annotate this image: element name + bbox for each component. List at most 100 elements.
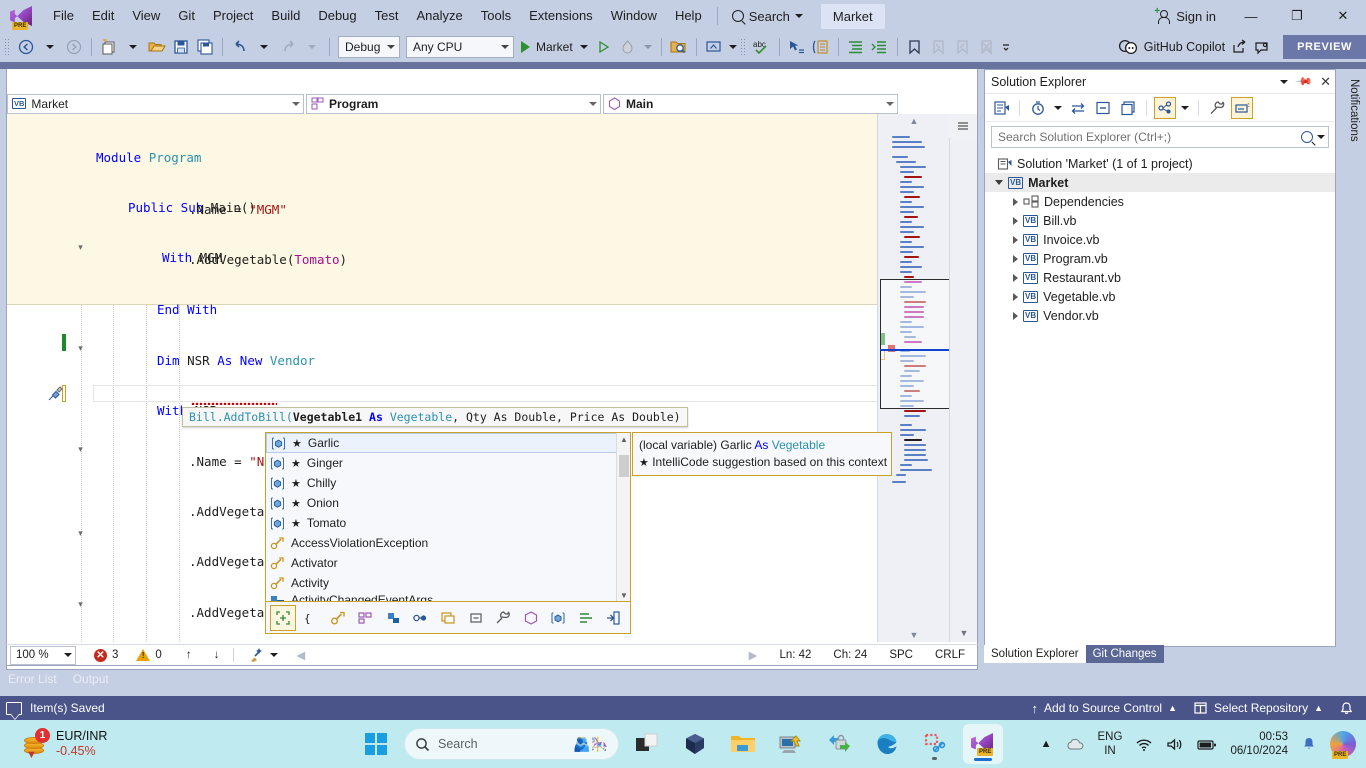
menu-help[interactable]: Help bbox=[666, 3, 711, 29]
solution-node[interactable]: Solution 'Market' (1 of 1 project) bbox=[985, 154, 1335, 173]
tree-item-dependencies[interactable]: Dependencies bbox=[985, 192, 1335, 211]
project-node-market[interactable]: VB Market bbox=[985, 173, 1335, 192]
menu-debug[interactable]: Debug bbox=[309, 3, 365, 29]
save-all-button[interactable] bbox=[194, 35, 216, 59]
quick-actions-screwdriver-icon[interactable] bbox=[47, 386, 63, 402]
open-file-button[interactable] bbox=[146, 35, 168, 59]
indentation-indicator[interactable]: SPC bbox=[889, 649, 913, 661]
method-icon[interactable] bbox=[408, 605, 434, 631]
class-icon[interactable] bbox=[325, 605, 351, 631]
search-icon[interactable] bbox=[1301, 131, 1313, 143]
notification-bell-icon[interactable] bbox=[1301, 736, 1317, 752]
onedrive-cloud-icon[interactable] bbox=[1065, 737, 1085, 752]
volume-icon[interactable] bbox=[1166, 737, 1184, 752]
chevron-right-icon[interactable] bbox=[1013, 254, 1018, 263]
dock-tab-error-list[interactable]: Error List bbox=[8, 672, 57, 686]
minimap-viewport[interactable] bbox=[880, 279, 949, 409]
menu-test[interactable]: Test bbox=[366, 3, 408, 29]
collapse-all-icon[interactable] bbox=[1092, 97, 1114, 119]
navbar-type-combo[interactable]: Program bbox=[306, 93, 601, 114]
editor-vertical-scrollbar[interactable]: ▲ ▼ bbox=[949, 114, 977, 642]
show-all-files-icon[interactable] bbox=[1117, 97, 1139, 119]
taskbar-search-box[interactable]: Search 🫂🎠 bbox=[404, 728, 619, 760]
property-icon[interactable] bbox=[380, 605, 406, 631]
maximize-button[interactable]: ❐ bbox=[1274, 0, 1320, 32]
completion-item-accessviolationexception[interactable]: AccessViolationException bbox=[266, 533, 630, 553]
clock[interactable]: 00:53 06/10/2024 bbox=[1230, 730, 1288, 758]
menu-edit[interactable]: Edit bbox=[83, 3, 123, 29]
tree-item-restaurant-vb[interactable]: VB Restaurant.vb bbox=[985, 268, 1335, 287]
pending-changes-clock-icon[interactable] bbox=[1027, 97, 1049, 119]
previous-issue-arrow-up-icon[interactable]: ↑ bbox=[186, 649, 192, 661]
tree-item-vegetable-vb[interactable]: VB Vegetable.vb bbox=[985, 287, 1335, 306]
solution-explorer-search-input[interactable]: Search Solution Explorer (Ctrl+;) bbox=[991, 126, 1329, 148]
toolbar-grip-2[interactable] bbox=[739, 38, 747, 56]
chevron-right-icon[interactable] bbox=[1013, 273, 1018, 282]
language-indicator[interactable]: ENG IN bbox=[1098, 730, 1123, 758]
minimap-scroll-down-icon[interactable]: ▼ bbox=[878, 628, 949, 642]
chevron-down-icon[interactable] bbox=[1317, 135, 1325, 139]
solution-explorer-view-icon[interactable] bbox=[1154, 96, 1176, 119]
menu-build[interactable]: Build bbox=[262, 3, 309, 29]
minimap-scroll-up-icon[interactable]: ▲ bbox=[878, 114, 949, 128]
start-without-debugging-button[interactable] bbox=[593, 35, 615, 59]
copilot-tray-icon[interactable] bbox=[1330, 731, 1356, 759]
next-issue-arrow-down-icon[interactable]: ↓ bbox=[214, 649, 220, 661]
dock-tab-output[interactable]: Output bbox=[73, 672, 109, 686]
navigate-forward-button[interactable] bbox=[63, 35, 85, 59]
sync-with-active-document-icon[interactable] bbox=[1067, 97, 1089, 119]
dock-tab-solution-explorer[interactable]: Solution Explorer bbox=[984, 645, 1086, 663]
microsoft-edge-button[interactable] bbox=[867, 724, 907, 764]
solution-explorer-home-icon[interactable] bbox=[990, 97, 1012, 119]
interface-icon[interactable] bbox=[435, 605, 461, 631]
expander-icon[interactable] bbox=[270, 604, 296, 631]
previous-bookmark-button[interactable] bbox=[928, 35, 950, 59]
completion-item-activator[interactable]: Activator bbox=[266, 553, 630, 573]
start-debug-label[interactable]: Market bbox=[533, 40, 576, 54]
undo-button[interactable] bbox=[229, 35, 251, 59]
virtualbox-app-button[interactable] bbox=[675, 724, 715, 764]
import-icon[interactable] bbox=[600, 605, 626, 631]
panel-menu-chevron-down-icon[interactable] bbox=[1280, 79, 1289, 84]
solution-name-chip[interactable]: Market bbox=[820, 3, 885, 29]
fold-toggle[interactable]: ▾ bbox=[75, 242, 86, 253]
tree-item-invoice-vb[interactable]: VB Invoice.vb bbox=[985, 230, 1335, 249]
close-button[interactable]: ✕ bbox=[1320, 0, 1366, 32]
completion-filter-toolbar[interactable]: { } bbox=[265, 602, 631, 634]
start-button[interactable] bbox=[356, 724, 396, 764]
view-dropdown[interactable] bbox=[1179, 97, 1191, 119]
menu-tools[interactable]: Tools bbox=[472, 3, 520, 29]
toggle-layout-button[interactable] bbox=[810, 35, 832, 59]
properties-wrench-icon[interactable] bbox=[1206, 97, 1228, 119]
save-button[interactable] bbox=[170, 35, 192, 59]
visual-studio-taskbar-button[interactable]: PRE bbox=[963, 724, 1003, 764]
chevron-right-icon[interactable] bbox=[1013, 216, 1018, 225]
chevron-down-icon[interactable] bbox=[995, 180, 1003, 185]
notifications-bell-button[interactable] bbox=[1339, 701, 1354, 716]
namespace-icon[interactable] bbox=[518, 605, 544, 631]
feedback-person-icon[interactable] bbox=[1254, 39, 1271, 55]
add-to-source-control-button[interactable]: ↑ Add to Source Control ▲ bbox=[1032, 701, 1178, 716]
live-share-dropdown[interactable] bbox=[727, 35, 739, 59]
code-cleanup-button[interactable] bbox=[248, 647, 279, 663]
start-debug-icon[interactable] bbox=[518, 35, 532, 59]
navigate-backward-dropdown[interactable] bbox=[39, 35, 61, 59]
indent-button[interactable] bbox=[845, 35, 867, 59]
remote-desktop-button[interactable] bbox=[771, 724, 811, 764]
completion-item-garlic[interactable]: ★ Garlic bbox=[266, 433, 630, 453]
preview-selected-items-icon[interactable] bbox=[1231, 96, 1253, 119]
menu-view[interactable]: View bbox=[123, 3, 169, 29]
show-hidden-icons-chevron-up-icon[interactable]: ▲ bbox=[1041, 738, 1052, 750]
wrench-icon[interactable] bbox=[490, 605, 516, 631]
toolbar-overflow-button[interactable] bbox=[1000, 35, 1012, 59]
snipping-tool-button[interactable] bbox=[915, 724, 955, 764]
select-repository-button[interactable]: Select Repository ▲ bbox=[1193, 701, 1323, 715]
copilot-label[interactable]: GitHub Copilot bbox=[1144, 40, 1225, 54]
navbar-member-combo[interactable]: Main bbox=[603, 93, 898, 114]
tree-item-program-vb[interactable]: VB Program.vb bbox=[985, 249, 1335, 268]
sign-in-button[interactable]: + Sign in bbox=[1144, 4, 1228, 29]
pending-changes-dropdown[interactable] bbox=[1052, 97, 1064, 119]
solution-platform-combo[interactable]: Any CPU bbox=[406, 36, 514, 58]
scroll-down-icon[interactable]: ▼ bbox=[950, 624, 977, 642]
redo-button[interactable] bbox=[277, 35, 299, 59]
